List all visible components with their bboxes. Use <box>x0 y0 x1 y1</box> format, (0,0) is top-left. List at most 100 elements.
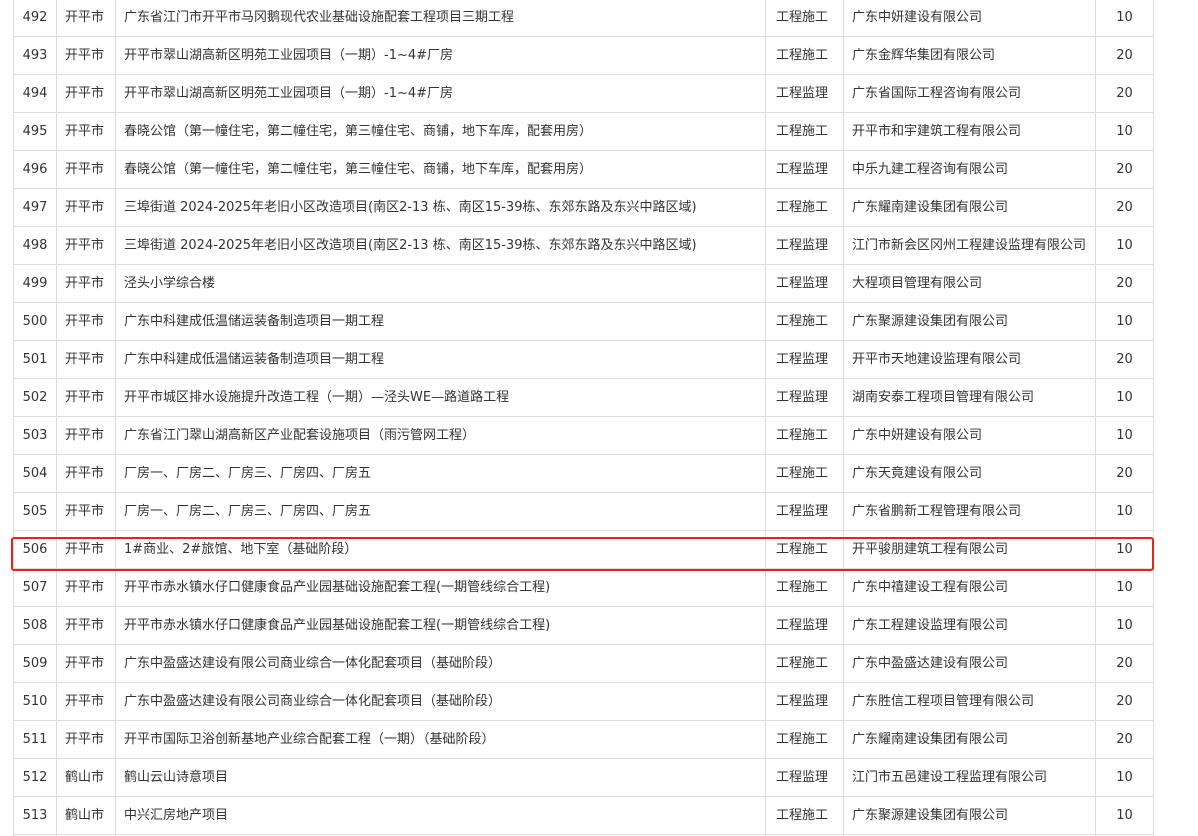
score-cell: 20 <box>1095 264 1154 303</box>
company-name-cell: 广东省鹏新工程管理有限公司 <box>843 492 1096 531</box>
row-number-cell: 493 <box>13 36 57 75</box>
table-row: 511 开平市 开平市国际卫浴创新基地产业综合配套工程（一期）（基础阶段） 工程施工广… <box>13 720 1154 759</box>
score-cell: 20 <box>1095 454 1154 493</box>
row-number-cell: 496 <box>13 150 57 189</box>
work-type-cell: 工程施工 <box>765 302 844 341</box>
city-cell: 开平市 <box>56 492 116 531</box>
score-cell: 10 <box>1095 302 1154 341</box>
table-row: 500 开平市 广东中科建成低温储运装备制造项目一期工程 工程施工 广东聚源建设集团有限… <box>13 302 1154 341</box>
company-name-cell: 开平市和宇建筑工程有限公司 <box>843 112 1096 151</box>
city-cell: 开平市 <box>56 644 116 683</box>
city-cell: 开平市 <box>56 0 116 37</box>
work-type-cell: 工程监理 <box>765 264 844 303</box>
score-cell: 10 <box>1095 758 1154 797</box>
company-name-cell: 广东金辉华集团有限公司 <box>843 36 1096 75</box>
work-type-cell: 工程监理 <box>765 606 844 645</box>
company-name-cell: 开平骏朋建筑工程有限公司 <box>843 530 1096 569</box>
city-cell: 开平市 <box>56 188 116 227</box>
project-name-cell: 开平市翠山湖高新区明苑工业园项目（一期）-1~4#厂房 <box>115 36 766 75</box>
work-type-cell: 工程监理 <box>765 758 844 797</box>
city-cell: 鹤山市 <box>56 796 116 835</box>
table-row: 503 开平市 广东省江门翠山湖高新区产业配套设施项目（雨污管网工程） 工程施工 广东中… <box>13 416 1154 455</box>
project-name-cell: 广东中盈盛达建设有限公司商业综合一体化配套项目（基础阶段） <box>115 644 766 683</box>
table-row: 496 开平市 春晓公馆（第一幢住宅，第二幢住宅，第三幢住宅、商铺，地下车库，配套用… <box>13 150 1154 189</box>
table-row: 492 开平市 广东省江门市开平市马冈鹅现代农业基础设施配套工程项目三期工程 工程施工… <box>13 0 1154 37</box>
score-cell: 20 <box>1095 340 1154 379</box>
city-cell: 开平市 <box>56 150 116 189</box>
city-cell: 开平市 <box>56 378 116 417</box>
row-number-cell: 498 <box>13 226 57 265</box>
table-row: 508 开平市 开平市赤水镇水仔口健康食品产业园基础设施配套工程(一期管线综合工程)… <box>13 606 1154 645</box>
row-number-cell: 501 <box>13 340 57 379</box>
city-cell: 开平市 <box>56 264 116 303</box>
row-number-cell: 511 <box>13 720 57 759</box>
table-row: 510 开平市 广东中盈盛达建设有限公司商业综合一体化配套项目（基础阶段） 工程监理广… <box>13 682 1154 721</box>
project-name-cell: 开平市翠山湖高新区明苑工业园项目（一期）-1~4#厂房 <box>115 74 766 113</box>
row-number-cell: 513 <box>13 796 57 835</box>
company-name-cell: 广东中禧建设工程有限公司 <box>843 568 1096 607</box>
table-row: 512 鹤山市 鹤山云山诗意项目 工程监理 江门市五邑建设工程监理有限公司 10 <box>13 758 1154 797</box>
city-cell: 开平市 <box>56 226 116 265</box>
score-cell: 10 <box>1095 796 1154 835</box>
city-cell: 开平市 <box>56 606 116 645</box>
work-type-cell: 工程施工 <box>765 0 844 37</box>
project-name-cell: 广东中科建成低温储运装备制造项目一期工程 <box>115 302 766 341</box>
company-name-cell: 广东中妍建设有限公司 <box>843 0 1096 37</box>
score-cell: 10 <box>1095 0 1154 37</box>
work-type-cell: 工程监理 <box>765 74 844 113</box>
work-type-cell: 工程监理 <box>765 492 844 531</box>
company-name-cell: 江门市新会区冈州工程建设监理有限公司 <box>843 226 1096 265</box>
work-type-cell: 工程施工 <box>765 112 844 151</box>
work-type-cell: 工程施工 <box>765 36 844 75</box>
project-name-cell: 广东省江门翠山湖高新区产业配套设施项目（雨污管网工程） <box>115 416 766 455</box>
company-name-cell: 中乐九建工程咨询有限公司 <box>843 150 1096 189</box>
project-name-cell: 三埠街道 2024-2025年老旧小区改造项目(南区2-13 栋、南区15-39… <box>115 226 766 265</box>
table-row: 504 开平市 厂房一、厂房二、厂房三、厂房四、厂房五 工程施工 广东天竟建设有限公司 2… <box>13 454 1154 493</box>
score-cell: 10 <box>1095 416 1154 455</box>
score-cell: 10 <box>1095 112 1154 151</box>
row-number-cell: 507 <box>13 568 57 607</box>
table-row: 505 开平市 厂房一、厂房二、厂房三、厂房四、厂房五 工程监理 广东省鹏新工程管理有限… <box>13 492 1154 531</box>
work-type-cell: 工程监理 <box>765 682 844 721</box>
table-body: 492 开平市 广东省江门市开平市马冈鹅现代农业基础设施配套工程项目三期工程 工程施工… <box>13 0 1154 836</box>
project-name-cell: 广东省江门市开平市马冈鹅现代农业基础设施配套工程项目三期工程 <box>115 0 766 37</box>
company-name-cell: 广东聚源建设集团有限公司 <box>843 302 1096 341</box>
project-name-cell: 开平市城区排水设施提升改造工程（一期）—泾头WE—路道路工程 <box>115 378 766 417</box>
project-name-cell: 三埠街道 2024-2025年老旧小区改造项目(南区2-13 栋、南区15-39… <box>115 188 766 227</box>
company-name-cell: 广东工程建设监理有限公司 <box>843 606 1096 645</box>
work-type-cell: 工程施工 <box>765 720 844 759</box>
table-row: 509 开平市 广东中盈盛达建设有限公司商业综合一体化配套项目（基础阶段） 工程施工广… <box>13 644 1154 683</box>
city-cell: 开平市 <box>56 340 116 379</box>
project-name-cell: 泾头小学综合楼 <box>115 264 766 303</box>
project-name-cell: 开平市国际卫浴创新基地产业综合配套工程（一期）（基础阶段） <box>115 720 766 759</box>
company-name-cell: 广东耀南建设集团有限公司 <box>843 720 1096 759</box>
project-name-cell: 鹤山云山诗意项目 <box>115 758 766 797</box>
score-cell: 20 <box>1095 188 1154 227</box>
row-number-cell: 512 <box>13 758 57 797</box>
work-type-cell: 工程施工 <box>765 530 844 569</box>
work-type-cell: 工程施工 <box>765 644 844 683</box>
company-name-cell: 广东天竟建设有限公司 <box>843 454 1096 493</box>
project-name-cell: 开平市赤水镇水仔口健康食品产业园基础设施配套工程(一期管线综合工程) <box>115 568 766 607</box>
city-cell: 开平市 <box>56 302 116 341</box>
score-cell: 10 <box>1095 378 1154 417</box>
company-name-cell: 广东耀南建设集团有限公司 <box>843 188 1096 227</box>
work-type-cell: 工程监理 <box>765 378 844 417</box>
company-name-cell: 广东中妍建设有限公司 <box>843 416 1096 455</box>
work-type-cell: 工程监理 <box>765 226 844 265</box>
project-name-cell: 广东中盈盛达建设有限公司商业综合一体化配套项目（基础阶段） <box>115 682 766 721</box>
table-row: 494 开平市 开平市翠山湖高新区明苑工业园项目（一期）-1~4#厂房 工程监理 广东省… <box>13 74 1154 113</box>
table-row: 507 开平市 开平市赤水镇水仔口健康食品产业园基础设施配套工程(一期管线综合工程)… <box>13 568 1154 607</box>
row-number-cell: 505 <box>13 492 57 531</box>
city-cell: 开平市 <box>56 36 116 75</box>
city-cell: 开平市 <box>56 416 116 455</box>
company-name-cell: 广东胜信工程项目管理有限公司 <box>843 682 1096 721</box>
project-name-cell: 1#商业、2#旅馆、地下室（基础阶段） <box>115 530 766 569</box>
company-name-cell: 开平市天地建设监理有限公司 <box>843 340 1096 379</box>
work-type-cell: 工程施工 <box>765 454 844 493</box>
row-number-cell: 499 <box>13 264 57 303</box>
row-number-cell: 504 <box>13 454 57 493</box>
company-name-cell: 广东中盈盛达建设有限公司 <box>843 644 1096 683</box>
table-row: 493 开平市 开平市翠山湖高新区明苑工业园项目（一期）-1~4#厂房 工程施工 广东金… <box>13 36 1154 75</box>
row-number-cell: 492 <box>13 0 57 37</box>
